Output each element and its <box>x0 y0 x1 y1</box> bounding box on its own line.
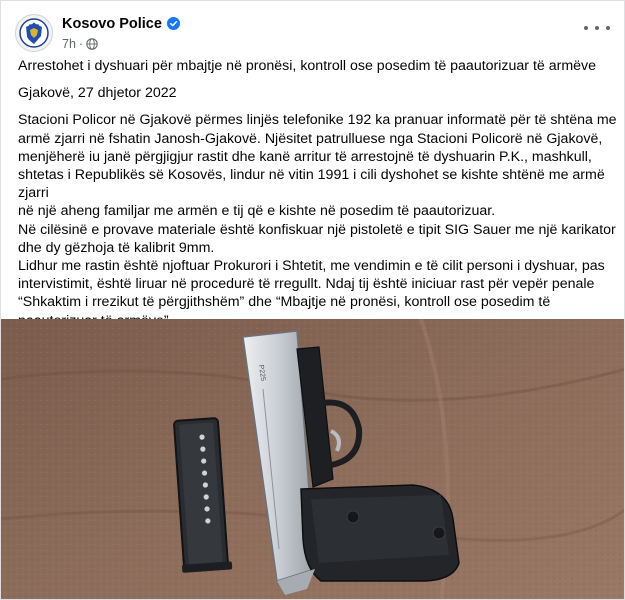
post-text: Arrestohet i dyshuari për mbajtje në pro… <box>18 57 618 330</box>
post-body-line: Lidhur me rastin është njoftuar Prokuror… <box>18 258 605 275</box>
post-timestamp-link[interactable]: 7h <box>62 37 76 51</box>
verified-badge-icon <box>166 17 180 30</box>
post-body-line: në një aheng familjar me armën e tij që … <box>18 203 496 220</box>
separator-dot: · <box>78 36 84 51</box>
post-headline: Arrestohet i dyshuari për mbajtje në pro… <box>18 58 597 74</box>
post-body-line: armë zjarri në fshatin Janosh-Gjakovë. N… <box>18 130 603 147</box>
globe-icon[interactable] <box>86 37 98 50</box>
post-body-line: intervistimit, është liruar në procedurë… <box>18 276 595 293</box>
seized-pistol-photo: P225 <box>1 319 624 599</box>
page-name-link[interactable]: Kosovo Police <box>62 16 162 32</box>
post-body-line: Në cilësinë e provave materiale është ko… <box>18 221 616 238</box>
post-photo[interactable]: P225 <box>1 319 624 599</box>
more-options-icon[interactable] <box>584 19 610 37</box>
post-body-line: “Shkaktim i rrezikut të përgjithshëm” dh… <box>18 294 551 311</box>
facebook-post: Kosovo Police 7h · Arrestohet i dyshuari… <box>0 0 625 600</box>
post-header: Kosovo Police 7h · <box>15 13 180 53</box>
post-body-line: shtetas i Republikës së Kosovës, lindur … <box>18 167 605 202</box>
post-dateline: Gjakovë, 27 dhjetor 2022 <box>18 85 177 102</box>
page-avatar[interactable] <box>15 14 53 52</box>
post-body-line: menjëherë iu janë përgjigjur rastit dhe … <box>18 148 592 165</box>
post-body-line: dhe dy gëzhoja të kalibrit 9mm. <box>18 239 215 256</box>
post-body-line: Stacioni Policor në Gjakovë përmes linjë… <box>18 112 617 129</box>
kosovo-police-logo-icon <box>19 18 49 48</box>
